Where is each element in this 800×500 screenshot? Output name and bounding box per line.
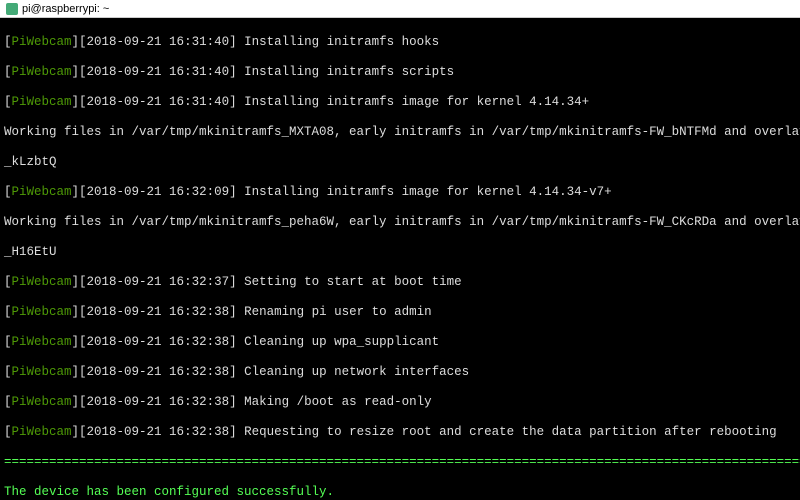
log-line: [PiWebcam][2018-09-21 16:31:40] Installi… [4,65,796,80]
window-title-bar: pi@raspberrypi: ~ [0,0,800,18]
terminal-output[interactable]: [PiWebcam][2018-09-21 16:31:40] Installi… [0,18,800,500]
log-line: [PiWebcam][2018-09-21 16:31:40] Installi… [4,95,796,110]
log-line: [PiWebcam][2018-09-21 16:32:38] Cleaning… [4,335,796,350]
window-title: pi@raspberrypi: ~ [22,3,109,15]
log-line: [PiWebcam][2018-09-21 16:32:38] Requesti… [4,425,796,440]
log-line: _kLzbtQ [4,155,796,170]
log-line: [PiWebcam][2018-09-21 16:32:38] Cleaning… [4,365,796,380]
log-line: [PiWebcam][2018-09-21 16:32:37] Setting … [4,275,796,290]
log-line: [PiWebcam][2018-09-21 16:32:38] Making /… [4,395,796,410]
log-line: _H16EtU [4,245,796,260]
log-line: [PiWebcam][2018-09-21 16:32:38] Renaming… [4,305,796,320]
log-line: [PiWebcam][2018-09-21 16:32:09] Installi… [4,185,796,200]
log-line: [PiWebcam][2018-09-21 16:31:40] Installi… [4,35,796,50]
success-message: The device has been configured successfu… [4,485,796,500]
log-line: Working files in /var/tmp/mkinitramfs_pe… [4,215,796,230]
log-line: Working files in /var/tmp/mkinitramfs_MX… [4,125,796,140]
divider: ========================================… [4,455,796,470]
putty-icon [6,3,18,15]
